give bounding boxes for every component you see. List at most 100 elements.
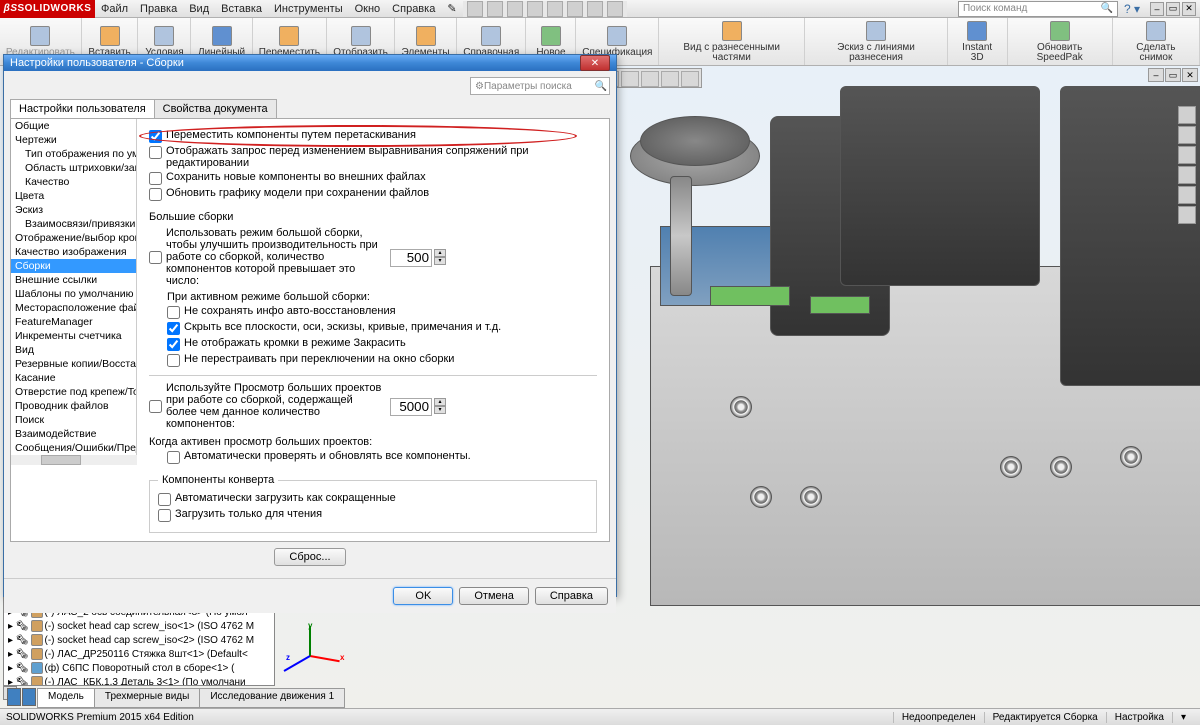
view-settings-icon[interactable] bbox=[681, 71, 699, 87]
options-search-input[interactable]: ⚙ Параметры поиска 🔍 bbox=[470, 77, 610, 95]
nav-item[interactable]: Эскиз bbox=[11, 203, 136, 217]
dialog-close-button[interactable]: ✕ bbox=[580, 55, 610, 71]
nav-item[interactable]: Область штриховки/запо bbox=[11, 161, 136, 175]
nav-item[interactable]: Взаимодействие bbox=[11, 427, 136, 441]
checkbox[interactable] bbox=[167, 354, 180, 367]
ribbon-explode-sketch[interactable]: Эскиз с линиями разнесения bbox=[805, 18, 948, 65]
option-update-graphics[interactable]: Обновить графику модели при сохранении ф… bbox=[149, 187, 597, 201]
input-large-threshold[interactable] bbox=[390, 249, 432, 267]
taskpane-design-lib-icon[interactable] bbox=[1178, 126, 1196, 144]
checkbox-move-drag[interactable] bbox=[149, 130, 162, 143]
qa-open-icon[interactable] bbox=[487, 1, 503, 17]
qa-select-icon[interactable] bbox=[567, 1, 583, 17]
large-mode-suboption[interactable]: Не отображать кромки в режиме Закрасить bbox=[167, 337, 597, 351]
mdi-restore-icon[interactable]: ▭ bbox=[1165, 68, 1181, 82]
menu-expand-icon[interactable]: ✎ bbox=[441, 2, 462, 15]
nav-item[interactable]: Вид bbox=[11, 343, 136, 357]
nav-item[interactable]: Поиск bbox=[11, 413, 136, 427]
tab-motion-study[interactable]: Исследование движения 1 bbox=[199, 688, 345, 708]
options-nav-tree[interactable]: ОбщиеЧертежиТип отображения по умолОблас… bbox=[11, 119, 137, 455]
qa-undo-icon[interactable] bbox=[547, 1, 563, 17]
nav-item[interactable]: Цвета bbox=[11, 189, 136, 203]
option-save-external[interactable]: Сохранить новые компоненты во внешних фа… bbox=[149, 171, 597, 185]
tab-document-properties[interactable]: Свойства документа bbox=[154, 99, 277, 118]
nav-item[interactable]: Сообщения/Ошибки/Преду bbox=[11, 441, 136, 455]
tree-item[interactable]: ▸ 🗞(ф) С6ПС Поворотный стол в сборе<1> ( bbox=[4, 661, 274, 675]
view-appearance-icon[interactable] bbox=[641, 71, 659, 87]
menu-edit[interactable]: Правка bbox=[134, 3, 183, 15]
search-commands-input[interactable]: Поиск команд 🔍 bbox=[958, 1, 1118, 17]
tab-arrow-left-icon[interactable] bbox=[7, 688, 21, 706]
nav-item[interactable]: Внешние ссылки bbox=[11, 273, 136, 287]
qa-save-icon[interactable] bbox=[507, 1, 523, 17]
qa-print-icon[interactable] bbox=[527, 1, 543, 17]
status-customize[interactable]: Настройка bbox=[1106, 712, 1172, 723]
nav-item[interactable]: Качество bbox=[11, 175, 136, 189]
large-mode-suboption[interactable]: Не сохранять инфо авто-восстановления bbox=[167, 305, 597, 319]
qa-options-icon[interactable] bbox=[607, 1, 623, 17]
taskpane-view-palette-icon[interactable] bbox=[1178, 166, 1196, 184]
nav-item[interactable]: Тип отображения по умол bbox=[11, 147, 136, 161]
checkbox[interactable] bbox=[167, 322, 180, 335]
taskpane-custom-props-icon[interactable] bbox=[1178, 206, 1196, 224]
nav-horizontal-scrollbar[interactable] bbox=[11, 455, 137, 465]
orientation-triad[interactable]: x y z bbox=[300, 625, 340, 665]
nav-item[interactable]: Чертежи bbox=[11, 133, 136, 147]
reset-button[interactable]: Сброс... bbox=[274, 548, 345, 566]
ok-button[interactable]: OK bbox=[393, 587, 453, 605]
help-button[interactable]: Справка bbox=[535, 587, 608, 605]
checkbox-large-review[interactable] bbox=[149, 400, 162, 413]
tab-arrow-right-icon[interactable] bbox=[22, 688, 36, 706]
menu-tools[interactable]: Инструменты bbox=[268, 3, 349, 15]
checkbox-large-mode[interactable] bbox=[149, 251, 162, 264]
option-large-design-review[interactable]: Используйте Просмотр больших проектов пр… bbox=[149, 382, 597, 430]
checkbox-save-external[interactable] bbox=[149, 172, 162, 185]
option-move-by-drag[interactable]: Переместить компоненты путем перетаскива… bbox=[149, 129, 597, 143]
dialog-titlebar[interactable]: Настройки пользователя - Сборки ✕ bbox=[4, 55, 616, 71]
view-hide-show-icon[interactable] bbox=[621, 71, 639, 87]
ribbon-snapshot[interactable]: Сделать снимок bbox=[1113, 18, 1200, 65]
close-button[interactable]: ✕ bbox=[1182, 2, 1196, 16]
taskpane-explorer-icon[interactable] bbox=[1178, 146, 1196, 164]
maximize-button[interactable]: ▭ bbox=[1166, 2, 1180, 16]
nav-item[interactable]: Сборки bbox=[11, 259, 136, 273]
menu-file[interactable]: Файл bbox=[95, 3, 134, 15]
checkbox[interactable] bbox=[167, 306, 180, 319]
taskpane-appearances-icon[interactable] bbox=[1178, 186, 1196, 204]
spinner-down-icon[interactable]: ▾ bbox=[434, 257, 446, 265]
tree-item[interactable]: ▸ 🗞(-) socket head cap screw_iso<2> (ISO… bbox=[4, 633, 274, 647]
ribbon-speedpak[interactable]: Обновить SpeedPak bbox=[1008, 18, 1113, 65]
spinner-down-icon[interactable]: ▾ bbox=[434, 406, 446, 414]
qa-rebuild-icon[interactable] bbox=[587, 1, 603, 17]
nav-item[interactable]: Отверстие под крепеж/Tool bbox=[11, 385, 136, 399]
tab-user-settings[interactable]: Настройки пользователя bbox=[10, 99, 155, 118]
option-envelope-readonly[interactable]: Загрузить только для чтения bbox=[158, 508, 588, 522]
tab-model[interactable]: Модель bbox=[37, 688, 95, 708]
option-envelope-lightweight[interactable]: Автоматически загрузить как сокращенные bbox=[158, 492, 588, 506]
tab-3dviews[interactable]: Трехмерные виды bbox=[94, 688, 200, 708]
spinner-up-icon[interactable]: ▴ bbox=[434, 398, 446, 406]
menu-view[interactable]: Вид bbox=[183, 3, 215, 15]
checkbox-envelope-readonly[interactable] bbox=[158, 509, 171, 522]
checkbox[interactable] bbox=[167, 338, 180, 351]
large-mode-suboption[interactable]: Не перестраивать при переключении на окн… bbox=[167, 353, 597, 367]
menu-window[interactable]: Окно bbox=[349, 3, 387, 15]
nav-item[interactable]: Резервные копии/Восстан bbox=[11, 357, 136, 371]
nav-item[interactable]: Отображение/выбор кромк bbox=[11, 231, 136, 245]
checkbox-update-graphics[interactable] bbox=[149, 188, 162, 201]
nav-item[interactable]: FeatureManager bbox=[11, 315, 136, 329]
menu-insert[interactable]: Вставка bbox=[215, 3, 268, 15]
nav-item[interactable]: Взаимосвязи/привязки bbox=[11, 217, 136, 231]
taskpane-resources-icon[interactable] bbox=[1178, 106, 1196, 124]
input-review-threshold[interactable] bbox=[390, 398, 432, 416]
checkbox-auto-check[interactable] bbox=[167, 451, 180, 464]
spinner-up-icon[interactable]: ▴ bbox=[434, 249, 446, 257]
nav-item[interactable]: Инкременты счетчика bbox=[11, 329, 136, 343]
nav-item[interactable]: Качество изображения bbox=[11, 245, 136, 259]
option-large-assembly-mode[interactable]: Использовать режим большой сборки, чтобы… bbox=[149, 227, 597, 287]
tree-item[interactable]: ▸ 🗞(-) socket head cap screw_iso<1> (ISO… bbox=[4, 619, 274, 633]
qa-new-icon[interactable] bbox=[467, 1, 483, 17]
nav-item[interactable]: Месторасположение файло bbox=[11, 301, 136, 315]
nav-item[interactable]: Шаблоны по умолчанию bbox=[11, 287, 136, 301]
checkbox-prompt-align[interactable] bbox=[149, 146, 162, 159]
